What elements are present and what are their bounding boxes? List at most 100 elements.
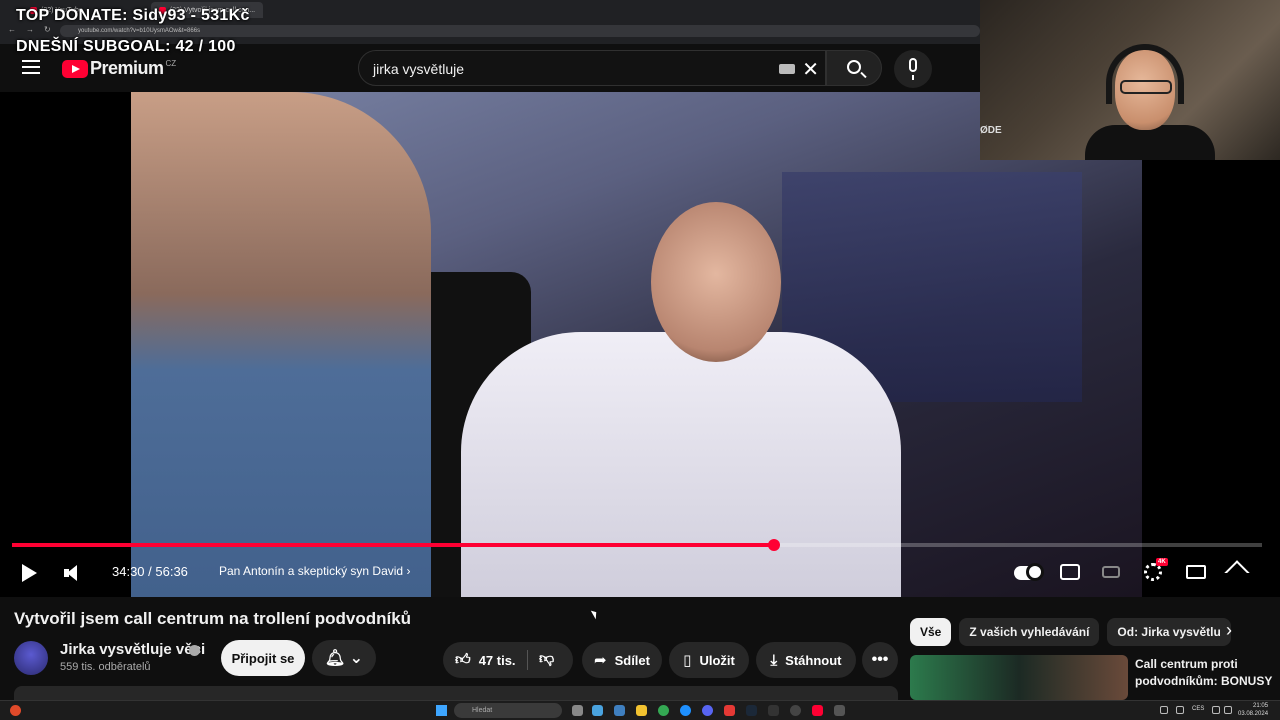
streamer-webcam: ØDE — [980, 0, 1280, 160]
app-icon[interactable] — [790, 705, 801, 716]
theater-mode-icon[interactable] — [1186, 565, 1206, 579]
chapter-label: Pan Antonín a skeptický syn David — [219, 564, 404, 578]
youtube-logo[interactable]: Premium CZ — [62, 58, 176, 79]
reload-icon[interactable]: ↻ — [44, 25, 51, 34]
widgets-icon[interactable] — [592, 705, 603, 716]
more-icon: ••• — [871, 651, 889, 668]
like-count: 47 tis. — [478, 652, 516, 668]
download-label: Stáhnout — [785, 652, 842, 668]
edge-icon[interactable] — [680, 705, 691, 716]
hamburger-menu-icon[interactable] — [22, 60, 40, 74]
subgoal-overlay: DNEŠNÍ SUBGOAL: 42 / 100 — [16, 38, 236, 55]
channel-name[interactable]: Jirka vysvětluje věci — [60, 641, 205, 658]
download-icon: ⤓ — [770, 651, 778, 669]
bell-icon: 🔔︎ ⌄ — [324, 650, 364, 667]
mouse-cursor-icon — [590, 608, 600, 620]
search-button[interactable] — [826, 50, 882, 86]
tray-chevron-icon[interactable] — [1160, 706, 1168, 714]
progress-bar[interactable] — [12, 539, 1262, 551]
download-button[interactable]: ⤓ Stáhnout — [756, 642, 856, 678]
forward-arrow-icon[interactable]: → — [26, 25, 34, 34]
logo-country: CZ — [165, 59, 177, 68]
address-bar[interactable]: youtube.com/watch?v=b10UysmAOw&t=866s — [60, 25, 980, 37]
share-button[interactable]: ➦ Sdílet — [582, 642, 662, 678]
search-value: jirka vysvětluje — [373, 61, 465, 77]
keyboard-icon[interactable] — [779, 64, 795, 74]
app-icon[interactable] — [614, 705, 625, 716]
steam-icon[interactable] — [746, 705, 757, 716]
discord-icon[interactable] — [702, 705, 713, 716]
microphone-brand: ØDE — [980, 125, 1002, 136]
chip-from-searches[interactable]: Z vašich vyhledávání — [959, 618, 1100, 646]
windows-start-icon[interactable] — [436, 705, 447, 716]
search-icon — [847, 60, 861, 74]
video-person-left — [131, 92, 431, 597]
save-button[interactable]: ▯ Uložit — [669, 642, 749, 678]
notification-bell-button[interactable]: 🔔︎ ⌄ — [312, 640, 376, 676]
network-icon[interactable] — [1212, 706, 1220, 714]
share-label: Sdílet — [614, 652, 650, 668]
more-actions-button[interactable]: ••• — [862, 642, 898, 678]
chip-from-channel[interactable]: Od: Jirka vysvětlu — [1107, 618, 1231, 646]
chip-all[interactable]: Vše — [910, 618, 952, 646]
subscribe-button[interactable]: Připojit se — [221, 640, 305, 676]
progress-scrubber[interactable] — [768, 539, 780, 551]
back-arrow-icon[interactable]: ← — [8, 25, 16, 34]
like-button[interactable]: 👍︎ 47 tis. 👎︎ — [443, 642, 573, 678]
taskbar-clock[interactable]: 21:05 03.08.2024 — [1238, 702, 1268, 718]
save-label: Uložit — [699, 652, 735, 668]
microphone-icon — [909, 58, 917, 80]
microphone-tray-icon[interactable] — [1176, 706, 1184, 714]
chrome-icon[interactable] — [658, 705, 669, 716]
windows-taskbar: Hledat CES 21:05 03.08.2024 — [0, 700, 1280, 720]
video-title: Vytvořil jsem call centrum na trollení p… — [14, 609, 412, 628]
app-icon[interactable] — [724, 705, 735, 716]
player-controls: 34:30 / 56:36 Pan Antonín a skeptický sy… — [0, 554, 1280, 590]
quality-badge: 4K — [1156, 558, 1168, 566]
video-person-center-head — [651, 202, 781, 362]
thumbs-down-icon[interactable]: 👎︎ — [539, 650, 554, 668]
channel-avatar[interactable] — [14, 641, 48, 675]
filter-chips: Vše Z vašich vyhledávání Od: Jirka vysvě… — [910, 618, 1239, 646]
taskbar-search[interactable]: Hledat — [454, 703, 562, 718]
share-icon: ➦ — [594, 652, 607, 669]
progress-fill — [12, 543, 774, 547]
weather-widget-icon[interactable] — [10, 705, 21, 716]
webcam-shirt — [1085, 125, 1215, 160]
bookmark-icon: ▯ — [683, 652, 692, 669]
recommended-video-title[interactable]: Call centrum proti podvodníkům: BONUSY — [1135, 656, 1275, 690]
voice-search-button[interactable] — [894, 50, 932, 88]
headset-icon — [1106, 44, 1184, 104]
language-indicator[interactable]: CES — [1192, 706, 1204, 712]
recommended-video-thumbnail[interactable] — [910, 655, 1128, 700]
description-box[interactable] — [14, 686, 898, 700]
clock-date: 03.08.2024 — [1238, 711, 1269, 717]
top-donate-overlay: TOP DONATE: Sidy93 - 531Kč — [16, 7, 250, 24]
time-display: 34:30 / 56:36 — [112, 564, 188, 579]
subscriber-count: 559 tis. odběratelů — [60, 661, 151, 673]
video-frame[interactable] — [131, 92, 1142, 597]
fullscreen-icon[interactable] — [1224, 560, 1250, 586]
youtube-app-icon[interactable] — [812, 705, 823, 716]
volume-tray-icon[interactable] — [1224, 706, 1232, 714]
volume-icon[interactable] — [64, 564, 80, 582]
logo-text: Premium — [90, 58, 164, 78]
close-icon[interactable]: ✕ — [802, 57, 819, 82]
video-player[interactable]: 34:30 / 56:36 Pan Antonín a skeptický sy… — [0, 92, 1280, 597]
youtube-play-logo-icon — [62, 59, 88, 78]
app-icon[interactable] — [834, 705, 845, 716]
verified-icon — [189, 645, 200, 656]
chevron-right-icon[interactable]: › — [1226, 620, 1232, 641]
chapter-title[interactable]: Pan Antonín a skeptický syn David › — [219, 564, 410, 578]
play-icon[interactable] — [22, 564, 37, 582]
search-input[interactable]: jirka vysvětluje ✕ — [358, 50, 826, 86]
task-view-icon[interactable] — [572, 705, 583, 716]
subtitles-icon[interactable] — [1060, 564, 1080, 580]
obs-icon[interactable] — [768, 705, 779, 716]
clock-time: 21:05 — [1253, 703, 1269, 709]
like-divider — [527, 650, 528, 670]
loop-icon[interactable] — [1102, 566, 1120, 578]
thumbs-up-icon: 👍︎ — [455, 651, 471, 668]
autoplay-toggle[interactable] — [1014, 563, 1044, 581]
file-explorer-icon[interactable] — [636, 705, 647, 716]
